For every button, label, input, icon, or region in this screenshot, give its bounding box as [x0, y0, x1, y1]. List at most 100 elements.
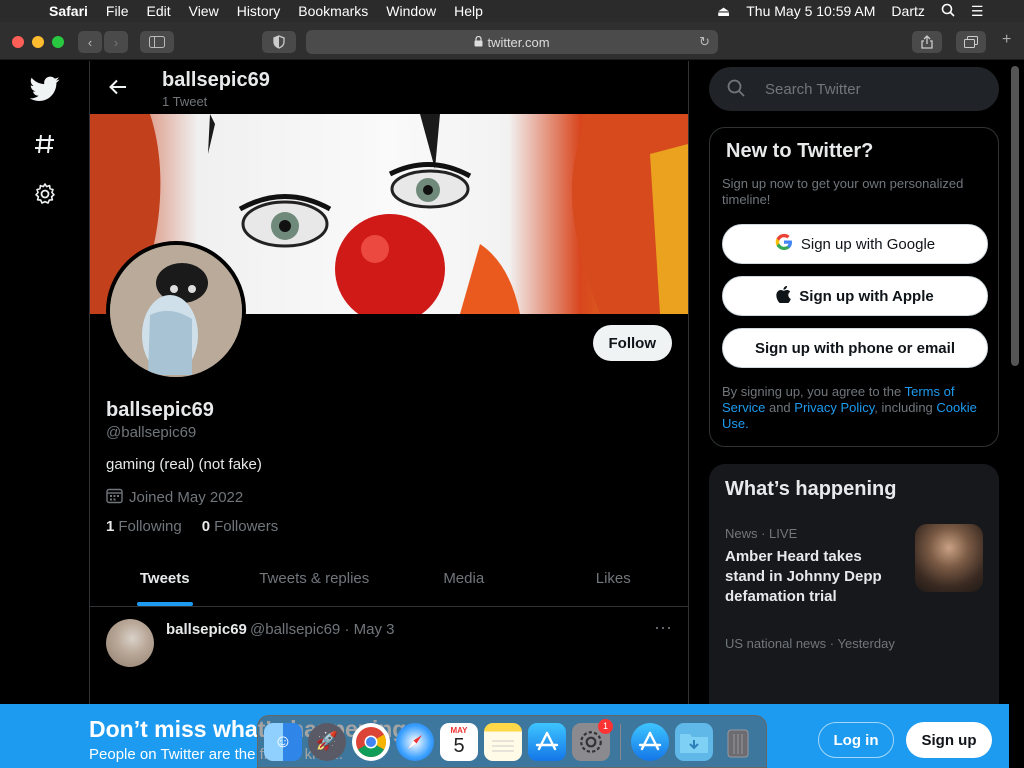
profile-display-name: ballsepic69	[106, 399, 214, 421]
search-icon	[727, 79, 747, 99]
profile-tabs: Tweets Tweets & replies Media Likes	[90, 551, 688, 607]
following-link[interactable]: 1 Following	[106, 518, 182, 535]
system-preferences-gear-icon[interactable]: 1	[572, 718, 613, 761]
tab-media[interactable]: Media	[389, 551, 539, 606]
address-bar[interactable]: twitter.com ↻	[306, 30, 718, 54]
followers-link[interactable]: 0 Followers	[202, 518, 279, 535]
profile-column: ballsepic69 1 Tweet Follow ballsepic69 @…	[89, 61, 689, 768]
twitter-logo-icon[interactable]	[28, 72, 62, 106]
menu-file[interactable]: File	[97, 3, 138, 19]
menu-view[interactable]: View	[180, 3, 228, 19]
tab-overview-icon[interactable]	[956, 31, 986, 53]
following-count: 1	[106, 518, 115, 535]
notification-badge: 1	[598, 718, 613, 734]
app-store-icon[interactable]	[528, 722, 566, 761]
profile-handle: @ballsepic69	[106, 424, 197, 441]
trash-icon[interactable]	[719, 723, 757, 761]
signup-phone-email-button[interactable]: Sign up with phone or email	[722, 328, 988, 368]
terms-and: and	[765, 400, 795, 415]
reload-icon[interactable]: ↻	[699, 34, 710, 50]
profile-avatar[interactable]	[106, 241, 246, 381]
lock-icon	[474, 35, 483, 50]
right-sidebar: Search Twitter New to Twitter? Sign up n…	[709, 61, 999, 768]
followers-label: Followers	[214, 518, 279, 535]
calendar-app-month: MAY	[450, 726, 468, 735]
privacy-shield-icon[interactable]	[262, 31, 296, 53]
sidebar-toggle-icon[interactable]	[140, 31, 174, 53]
menubar-clock[interactable]: Thu May 5 10:59 AM	[738, 3, 883, 19]
settings-gear-icon[interactable]	[28, 177, 62, 211]
tweet-avatar[interactable]	[106, 619, 154, 667]
signup-apple-button[interactable]: Sign up with Apple	[722, 276, 988, 316]
calendar-app-icon[interactable]: MAY 5	[440, 722, 478, 761]
signup-button[interactable]: Sign up	[906, 722, 992, 758]
back-arrow-icon[interactable]	[106, 75, 130, 99]
tab-tweets[interactable]: Tweets	[90, 551, 240, 606]
terms-end: .	[745, 416, 749, 431]
tweet-meta: @ballsepic69 · May 3	[250, 621, 395, 638]
search-placeholder: Search Twitter	[765, 80, 861, 98]
dock-separator	[620, 723, 621, 760]
safari-compass-icon[interactable]	[396, 722, 434, 761]
downloads-folder-icon[interactable]	[675, 722, 713, 761]
following-label: Following	[118, 518, 182, 535]
explore-hashtag-icon[interactable]	[28, 127, 62, 161]
menu-app-safari[interactable]: Safari	[40, 3, 97, 19]
apple-logo-icon	[776, 285, 792, 307]
tweet-author-name[interactable]: ballsepic69	[166, 621, 247, 638]
macos-dock: ☺ 🚀 MAY 5 1	[257, 715, 767, 768]
header-profile-name: ballsepic69	[162, 69, 270, 91]
app-store-downloads-icon[interactable]	[631, 722, 669, 761]
menubar-user[interactable]: Dartz	[883, 3, 932, 19]
page-scrollbar[interactable]	[1011, 66, 1019, 366]
menu-help[interactable]: Help	[445, 3, 492, 19]
control-center-icon[interactable]: ☰	[963, 3, 992, 20]
forward-nav-button[interactable]: ›	[104, 31, 128, 53]
window-zoom-button[interactable]	[52, 36, 64, 48]
chrome-icon[interactable]	[352, 722, 390, 761]
menu-bookmarks[interactable]: Bookmarks	[289, 3, 377, 19]
terms-including: , including	[874, 400, 937, 415]
menu-history[interactable]: History	[228, 3, 290, 19]
joined-date: Joined May 2022	[106, 487, 243, 508]
share-icon[interactable]	[912, 31, 942, 53]
follow-stats: 1 Following 0 Followers	[106, 518, 278, 535]
window-minimize-button[interactable]	[32, 36, 44, 48]
login-button[interactable]: Log in	[818, 722, 894, 758]
trend-thumbnail[interactable]	[915, 524, 983, 592]
terms-prefix: By signing up, you agree to the	[722, 384, 905, 399]
twitter-page: ballsepic69 1 Tweet Follow ballsepic69 @…	[0, 61, 1024, 768]
window-close-button[interactable]	[12, 36, 24, 48]
followers-count: 0	[201, 518, 211, 535]
trend-category-2: US national news · Yesterday	[725, 636, 895, 651]
finder-icon[interactable]: ☺	[264, 722, 302, 761]
eject-icon[interactable]: ⏏	[709, 3, 738, 20]
menu-window[interactable]: Window	[377, 3, 445, 19]
signup-apple-label: Sign up with Apple	[799, 287, 934, 305]
menu-edit[interactable]: Edit	[137, 3, 179, 19]
new-to-twitter-subtitle: Sign up now to get your own personalized…	[722, 176, 964, 207]
new-tab-icon[interactable]: +	[1002, 31, 1011, 49]
follow-button[interactable]: Follow	[592, 325, 672, 361]
signup-terms: By signing up, you agree to the Terms of…	[722, 384, 988, 432]
safari-toolbar: ‹ › twitter.com ↻ +	[0, 22, 1024, 60]
spotlight-search-icon[interactable]	[933, 3, 963, 20]
tab-likes[interactable]: Likes	[539, 551, 689, 606]
tweet-more-icon[interactable]: ···	[654, 617, 672, 638]
trend-headline[interactable]: Amber Heard takes stand in Johnny Depp d…	[725, 547, 905, 607]
google-icon	[775, 233, 793, 255]
back-nav-button[interactable]: ‹	[78, 31, 102, 53]
new-to-twitter-card: New to Twitter? Sign up now to get your …	[709, 127, 999, 447]
signup-google-label: Sign up with Google	[800, 235, 936, 253]
notes-icon[interactable]	[484, 722, 522, 761]
privacy-policy-link[interactable]: Privacy Policy	[794, 400, 874, 415]
macos-menu-bar: Safari File Edit View History Bookmarks …	[0, 0, 1024, 22]
left-nav	[0, 61, 90, 768]
search-input[interactable]: Search Twitter	[709, 67, 999, 111]
calendar-app-day: 5	[453, 735, 465, 757]
signup-google-button[interactable]: Sign up with Google	[722, 224, 988, 264]
launchpad-rocket-icon[interactable]: 🚀	[308, 722, 346, 761]
whats-happening-title: What’s happening	[725, 478, 897, 500]
tab-tweets-replies[interactable]: Tweets & replies	[240, 551, 390, 606]
tweet-item[interactable]: ballsepic69 @ballsepic69 · May 3 ···	[90, 607, 688, 667]
